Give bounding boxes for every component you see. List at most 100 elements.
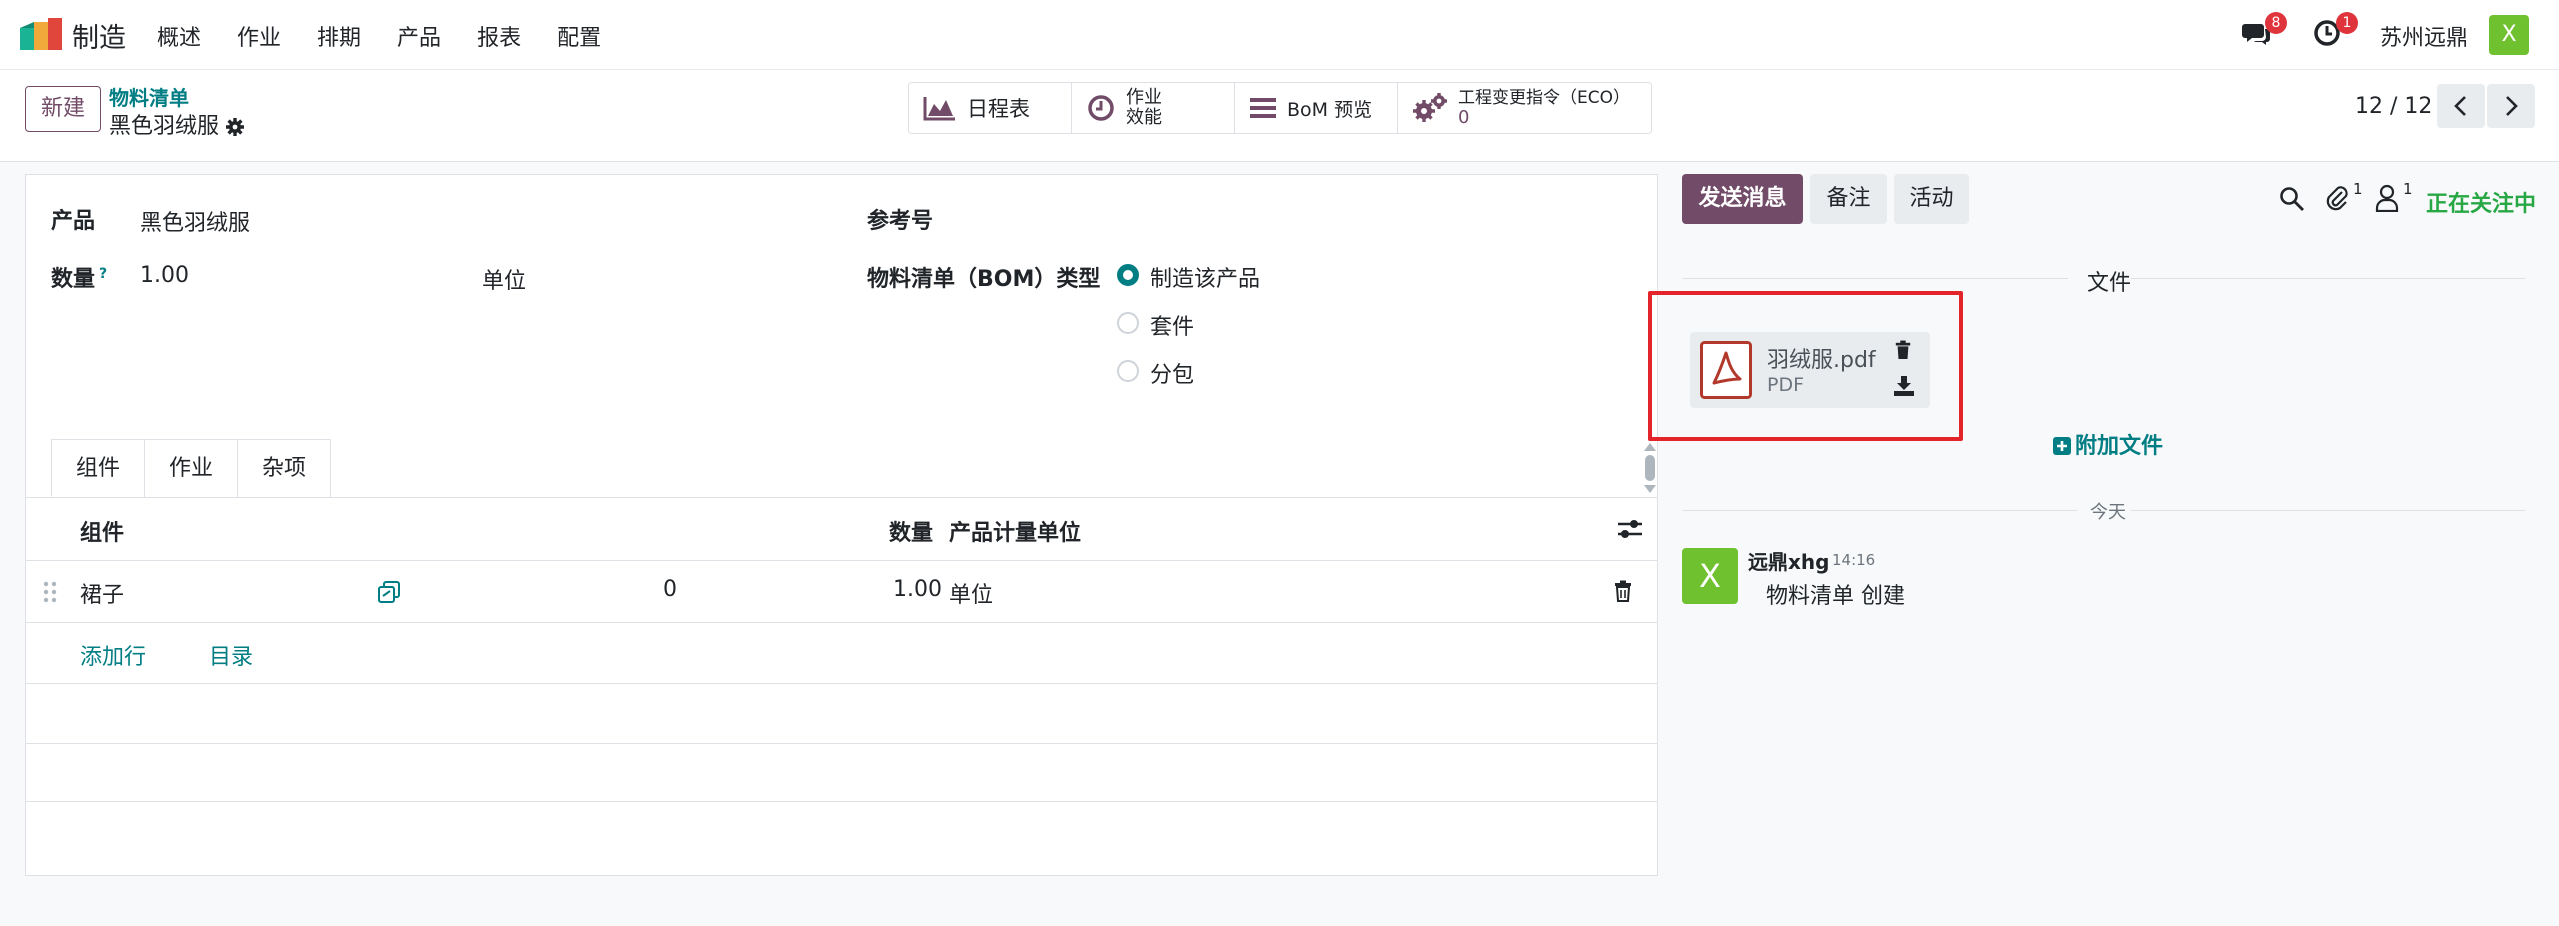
area-chart-icon — [923, 97, 955, 121]
scroll-indicator-icon[interactable] — [1643, 443, 1657, 493]
optional-columns-icon[interactable] — [1617, 517, 1643, 541]
files-divider-right — [2131, 278, 2525, 279]
menu-configuration[interactable]: 配置 — [557, 20, 601, 52]
column-uom[interactable]: 产品计量单位 — [949, 515, 1081, 547]
activities-button[interactable]: 1 — [2312, 12, 2358, 52]
pager-previous-button[interactable] — [2437, 84, 2485, 128]
files-title: 文件 — [2087, 271, 2132, 296]
product-field[interactable]: 黑色羽绒服 — [140, 205, 250, 237]
top-navbar: 制造 概述 作业 排期 产品 报表 配置 8 1 苏州远鼎 X — [0, 0, 2559, 70]
attachments-button[interactable]: 1 — [2325, 180, 2363, 218]
bom-type-radio-kit[interactable] — [1117, 312, 1139, 334]
efficiency-label-1: 作业 — [1126, 87, 1162, 108]
chevron-right-icon — [2506, 96, 2518, 116]
quantity-field[interactable]: 1.00 — [140, 263, 189, 288]
pager-next-button[interactable] — [2487, 84, 2535, 128]
message-author-avatar[interactable]: X — [1682, 548, 1738, 604]
tab-operations[interactable]: 作业 — [144, 439, 239, 497]
menu-overview[interactable]: 概述 — [157, 20, 201, 52]
pager-value[interactable]: 12 / 12 — [2355, 94, 2432, 119]
efficiency-smart-button[interactable]: 作业 效能 — [1072, 83, 1235, 133]
catalog-link[interactable]: 目录 — [209, 639, 253, 671]
trash-icon[interactable] — [1613, 580, 1633, 602]
files-divider-left — [1682, 278, 2068, 279]
uom-field[interactable]: 单位 — [482, 263, 526, 295]
breadcrumb-bom[interactable]: 物料清单 — [109, 82, 189, 111]
activity-button[interactable]: 活动 — [1894, 174, 1969, 224]
add-line-link[interactable]: 添加行 — [80, 639, 146, 671]
list-icon — [1250, 98, 1276, 118]
menu-reporting[interactable]: 报表 — [477, 20, 521, 52]
followers-count: 1 — [2403, 180, 2413, 198]
followers-button[interactable]: 1 — [2375, 180, 2413, 218]
drag-handle-icon[interactable] — [43, 581, 57, 603]
user-avatar[interactable]: X — [2489, 15, 2529, 55]
row-quantity[interactable]: 1.00 — [893, 577, 942, 602]
gear-icon[interactable] — [225, 117, 245, 137]
send-message-button[interactable]: 发送消息 — [1682, 174, 1803, 224]
search-icon[interactable] — [2279, 186, 2305, 212]
eco-smart-button[interactable]: 工程变更指令（ECO） 0 — [1398, 83, 1651, 133]
bom-type-option-subcontract[interactable]: 分包 — [1150, 357, 1194, 389]
bom-preview-smart-button[interactable]: BoM 预览 — [1235, 83, 1398, 133]
clock-icon — [1088, 95, 1114, 121]
menu-planning[interactable]: 排期 — [317, 20, 361, 52]
notebook-tabs: 组件 作业 杂项 — [51, 439, 332, 497]
form-sheet: 产品 黑色羽绒服 数量? 1.00 单位 参考号 物料清单（BOM）类型 制造该… — [25, 174, 1658, 876]
today-divider-right — [2131, 510, 2525, 511]
highlight-box — [1648, 291, 1963, 441]
variants-icon[interactable] — [377, 580, 401, 604]
smart-buttons: 日程表 作业 效能 BoM 预览 工程变更指令（ECO） 0 — [908, 82, 1652, 134]
row-divider — [26, 801, 1657, 802]
product-label: 产品 — [51, 209, 96, 234]
eco-label: 工程变更指令（ECO） — [1458, 88, 1630, 108]
bom-type-radio-subcontract[interactable] — [1117, 360, 1139, 382]
menu-operations[interactable]: 作业 — [237, 20, 281, 52]
bom-type-radio-manufacture[interactable] — [1117, 264, 1139, 286]
quantity-label: 数量? — [51, 261, 107, 293]
add-files-button[interactable]: 附加文件 — [2053, 428, 2163, 460]
reference-label: 参考号 — [867, 209, 934, 234]
today-divider-left — [1682, 510, 2077, 511]
column-quantity[interactable]: 数量 — [889, 515, 933, 547]
control-panel: 新建 物料清单 黑色羽绒服 日程表 作业 效能 BoM 预览 工程变更指令（EC… — [0, 70, 2559, 162]
chevron-left-icon — [2454, 96, 2466, 116]
quantity-label-text: 数量 — [51, 267, 96, 292]
row-component[interactable]: 裙子 — [80, 577, 124, 609]
bom-preview-label: BoM 预览 — [1287, 98, 1373, 121]
schedule-smart-button[interactable]: 日程表 — [909, 83, 1072, 133]
user-icon — [2375, 184, 2399, 213]
message-author[interactable]: 远鼎xhg — [1748, 546, 1829, 575]
bom-type-label: 物料清单（BOM）类型 — [867, 267, 1101, 292]
message-time: 14:16 — [1832, 551, 1876, 569]
record-title: 黑色羽绒服 — [109, 108, 245, 140]
log-note-button[interactable]: 备注 — [1810, 174, 1887, 224]
row-divider — [26, 683, 1657, 684]
today-label: 今天 — [2090, 502, 2126, 523]
plus-square-icon — [2053, 437, 2071, 455]
following-button[interactable]: 正在关注中 — [2426, 186, 2536, 218]
quantity-help-icon[interactable]: ? — [99, 266, 107, 282]
main-menu: 概述 作业 排期 产品 报表 配置 — [157, 20, 637, 52]
tab-components[interactable]: 组件 — [51, 439, 146, 497]
column-component[interactable]: 组件 — [80, 515, 124, 547]
tab-divider — [26, 497, 1657, 498]
message-body: 物料清单 创建 — [1766, 584, 1905, 609]
attachments-count: 1 — [2353, 180, 2363, 198]
efficiency-label-2: 效能 — [1126, 107, 1162, 128]
eco-count: 0 — [1458, 107, 1470, 128]
company-switcher[interactable]: 苏州远鼎 — [2380, 20, 2468, 52]
new-button[interactable]: 新建 — [25, 86, 101, 132]
bom-type-option-manufacture[interactable]: 制造该产品 — [1150, 261, 1260, 293]
tab-miscellaneous[interactable]: 杂项 — [237, 439, 332, 497]
menu-products[interactable]: 产品 — [397, 20, 441, 52]
row-uom[interactable]: 单位 — [949, 577, 993, 609]
messages-button[interactable]: 8 — [2241, 12, 2287, 52]
paperclip-icon — [2326, 186, 2348, 211]
app-name[interactable]: 制造 — [72, 16, 126, 55]
activities-badge: 1 — [2336, 12, 2358, 34]
header-divider — [26, 560, 1657, 561]
messages-badge: 8 — [2265, 12, 2287, 34]
bom-type-option-kit[interactable]: 套件 — [1150, 309, 1194, 341]
manufacturing-app-icon[interactable] — [20, 18, 62, 50]
